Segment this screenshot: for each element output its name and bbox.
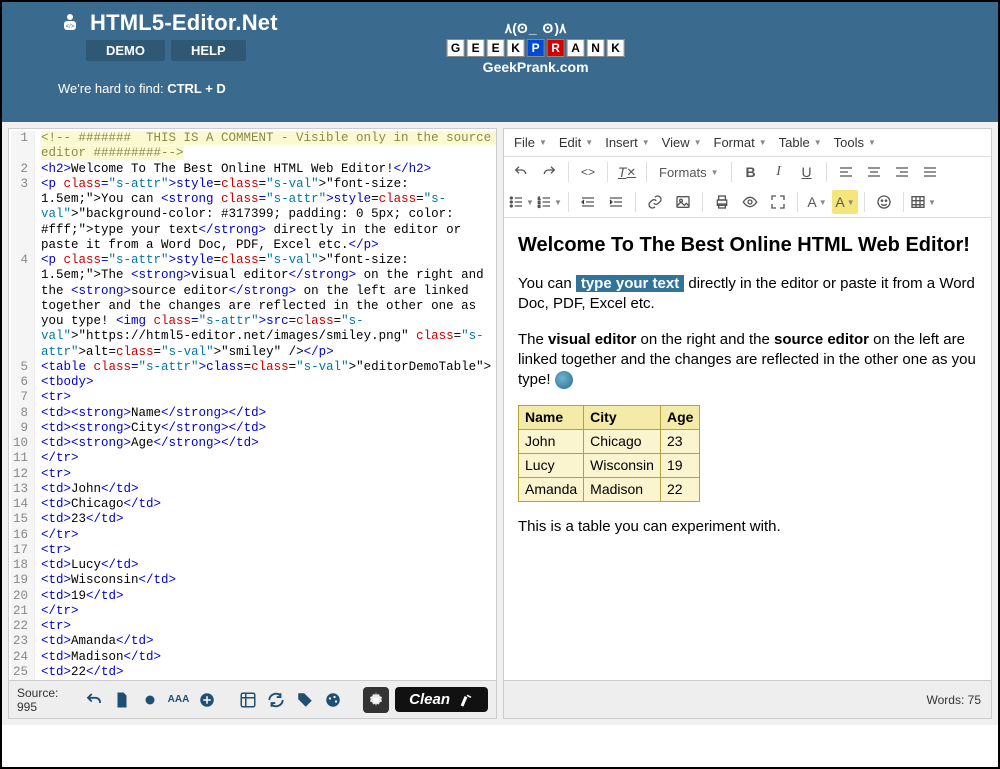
wysiwyg-paragraph-2: The visual editor on the right and the s… bbox=[518, 330, 977, 391]
menu-format[interactable]: Format▼ bbox=[710, 133, 771, 152]
source-count-label: Source: 995 bbox=[17, 686, 77, 714]
emoji-icon[interactable] bbox=[871, 190, 897, 214]
redo-icon[interactable] bbox=[536, 160, 562, 184]
image-icon[interactable] bbox=[670, 190, 696, 214]
menu-file[interactable]: File▼ bbox=[510, 133, 551, 152]
bold-button[interactable]: B bbox=[738, 160, 764, 184]
menu-insert[interactable]: Insert▼ bbox=[601, 133, 653, 152]
bg-color-icon[interactable]: A▼ bbox=[832, 190, 858, 214]
source-editor[interactable]: 1<!-- ####### THIS IS A COMMENT - Visibl… bbox=[9, 129, 496, 680]
demo-table: NameCityAgeJohnChicago23LucyWisconsin19A… bbox=[518, 405, 700, 502]
palette-icon[interactable] bbox=[322, 688, 344, 712]
smiley-icon bbox=[555, 371, 573, 389]
new-doc-icon[interactable] bbox=[111, 688, 133, 712]
indent-icon[interactable] bbox=[603, 190, 629, 214]
source-pane: 1<!-- ####### THIS IS A COMMENT - Visibl… bbox=[8, 128, 497, 719]
menu-view[interactable]: View▼ bbox=[658, 133, 706, 152]
site-header: </> HTML5-Editor.Net DEMO HELP We're har… bbox=[2, 2, 998, 122]
menu-bar: File▼Edit▼Insert▼ View▼Format▼Table▼Tools… bbox=[504, 129, 991, 157]
wysiwyg-paragraph-3: This is a table you can experiment with. bbox=[518, 517, 977, 537]
visual-toolbar: <> T✕ Formats▼ B I U ▼ 123▼ bbox=[504, 157, 991, 218]
formats-dropdown[interactable]: Formats▼ bbox=[653, 163, 725, 182]
geekprank-face: ۸(ʘ_ ʘ)٨ bbox=[447, 20, 625, 37]
fullscreen-icon[interactable] bbox=[765, 190, 791, 214]
geekprank-ad[interactable]: ۸(ʘ_ ʘ)٨ GEEKPRANK GeekPrank.com bbox=[447, 20, 625, 75]
visual-pane: File▼Edit▼Insert▼ View▼Format▼Table▼Tools… bbox=[503, 128, 992, 719]
underline-button[interactable]: U bbox=[794, 160, 820, 184]
outdent-icon[interactable] bbox=[575, 190, 601, 214]
gear-icon[interactable] bbox=[363, 687, 389, 713]
menu-table[interactable]: Table▼ bbox=[775, 133, 826, 152]
clean-button[interactable]: Clean bbox=[395, 687, 488, 712]
tag-icon[interactable] bbox=[294, 688, 316, 712]
link-icon[interactable] bbox=[642, 190, 668, 214]
wysiwyg-paragraph-1: You can type your text directly in the e… bbox=[518, 274, 977, 315]
table-icon[interactable]: ▼ bbox=[910, 190, 936, 214]
brand[interactable]: </> HTML5-Editor.Net bbox=[58, 10, 278, 36]
highlight-text: type your text bbox=[576, 275, 684, 292]
align-justify-icon[interactable] bbox=[917, 160, 943, 184]
svg-text:3: 3 bbox=[538, 203, 541, 208]
nav-demo-button[interactable]: DEMO bbox=[86, 40, 165, 61]
brand-icon: </> bbox=[58, 11, 82, 35]
align-right-icon[interactable] bbox=[889, 160, 915, 184]
bullet-list-icon[interactable]: ▼ bbox=[508, 190, 534, 214]
bookmark-hint: We're hard to find: CTRL + D bbox=[58, 81, 278, 96]
visual-bottom-bar: Words: 75 bbox=[504, 680, 991, 718]
nav-help-button[interactable]: HELP bbox=[171, 40, 246, 61]
workspace: 1<!-- ####### THIS IS A COMMENT - Visibl… bbox=[2, 122, 998, 725]
brand-title: HTML5-Editor.Net bbox=[90, 10, 278, 36]
print-icon[interactable] bbox=[709, 190, 735, 214]
clear-format-icon[interactable]: T✕ bbox=[614, 160, 640, 184]
add-icon[interactable] bbox=[196, 688, 218, 712]
compress-icon[interactable] bbox=[139, 688, 161, 712]
text-color-icon[interactable]: A▼ bbox=[804, 190, 830, 214]
preview-icon[interactable] bbox=[737, 190, 763, 214]
undo-icon[interactable] bbox=[83, 688, 105, 712]
font-size-icon[interactable]: AAA bbox=[167, 688, 189, 712]
source-code-icon[interactable]: <> bbox=[575, 160, 601, 184]
refresh-icon[interactable] bbox=[265, 688, 287, 712]
visual-editor[interactable]: Welcome To The Best Online HTML Web Edit… bbox=[504, 218, 991, 680]
align-center-icon[interactable] bbox=[861, 160, 887, 184]
svg-text:</>: </> bbox=[66, 24, 75, 30]
tree-icon[interactable] bbox=[237, 688, 259, 712]
italic-button[interactable]: I bbox=[766, 160, 792, 184]
menu-edit[interactable]: Edit▼ bbox=[555, 133, 597, 152]
geekprank-label: GeekPrank.com bbox=[447, 59, 625, 75]
number-list-icon[interactable]: 123▼ bbox=[536, 190, 562, 214]
geekprank-boxes: GEEKPRANK bbox=[447, 39, 625, 57]
source-bottom-bar: Source: 995 AAA Clean bbox=[9, 680, 496, 718]
wysiwyg-heading: Welcome To The Best Online HTML Web Edit… bbox=[518, 232, 977, 259]
menu-tools[interactable]: Tools▼ bbox=[830, 133, 880, 152]
word-count: Words: 75 bbox=[927, 693, 981, 707]
undo-icon[interactable] bbox=[508, 160, 534, 184]
align-left-icon[interactable] bbox=[833, 160, 859, 184]
